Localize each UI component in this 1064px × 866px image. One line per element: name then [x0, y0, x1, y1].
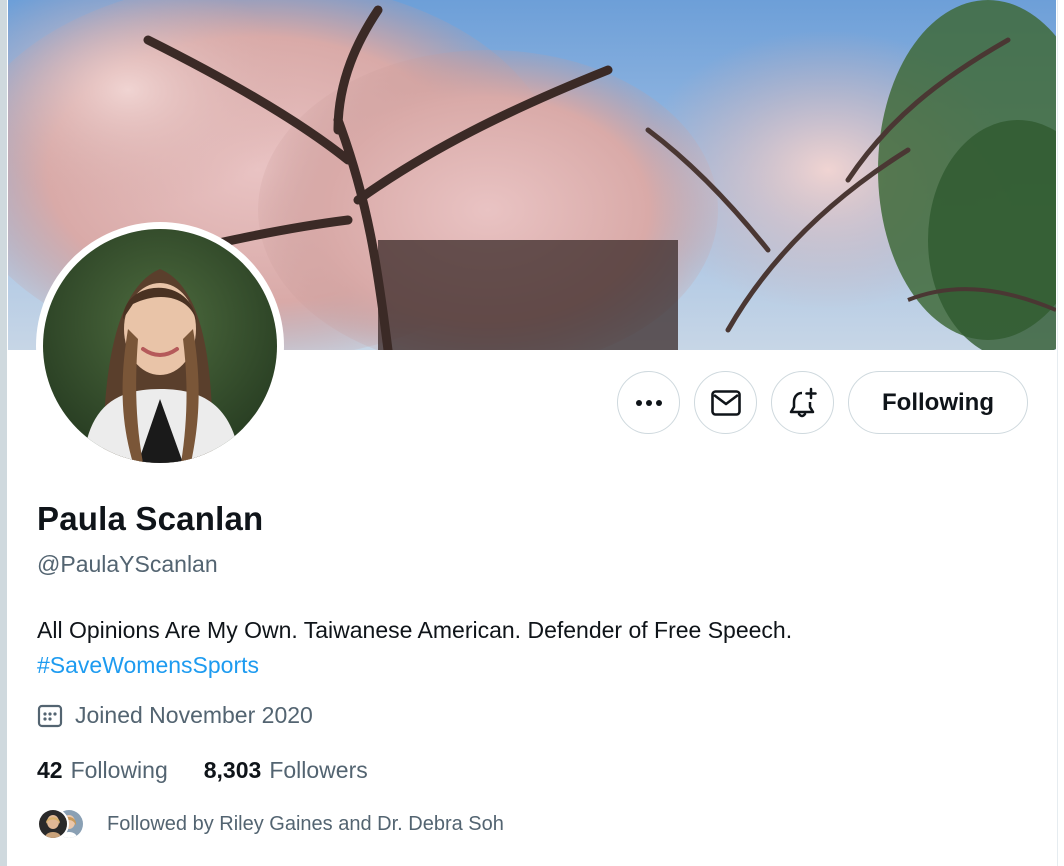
- notifications-button[interactable]: [771, 371, 834, 434]
- user-handle: @PaulaYScanlan: [37, 551, 218, 577]
- envelope-icon: [710, 389, 741, 416]
- followers-count-link[interactable]: 8,303 Followers: [204, 757, 368, 784]
- mutual-avatar: [37, 808, 69, 840]
- joined-date: Joined November 2020: [37, 702, 313, 729]
- following-label: Following: [70, 757, 168, 783]
- followers-label: Followers: [269, 757, 368, 783]
- joined-text: Joined November 2020: [75, 702, 313, 728]
- message-button[interactable]: [694, 371, 757, 434]
- follow-stats: 42 Following 8,303 Followers: [37, 757, 404, 784]
- more-options-button[interactable]: [617, 371, 680, 434]
- following-count: 42: [37, 757, 63, 783]
- more-horizontal-icon: [635, 399, 662, 406]
- avatar[interactable]: [43, 229, 277, 463]
- following-count-link[interactable]: 42 Following: [37, 757, 168, 784]
- bio-hashtag-link[interactable]: #SaveWomensSports: [37, 648, 997, 683]
- mutual-avatars: [37, 808, 87, 840]
- profile-bio: All Opinions Are My Own. Taiwanese Ameri…: [37, 613, 997, 683]
- followed-by-link[interactable]: Followed by Riley Gaines and Dr. Debra S…: [37, 808, 504, 840]
- followed-by-text: Followed by Riley Gaines and Dr. Debra S…: [107, 812, 504, 835]
- bell-plus-icon: [789, 387, 817, 417]
- profile-photo: [43, 229, 277, 463]
- window-right-edge: [1057, 0, 1064, 866]
- followers-count: 8,303: [203, 757, 262, 783]
- bio-text: All Opinions Are My Own. Taiwanese Ameri…: [37, 617, 793, 643]
- display-name: Paula Scanlan: [37, 500, 264, 537]
- following-button[interactable]: Following: [848, 371, 1028, 434]
- calendar-icon: [37, 703, 63, 729]
- window-left-edge: [0, 0, 7, 866]
